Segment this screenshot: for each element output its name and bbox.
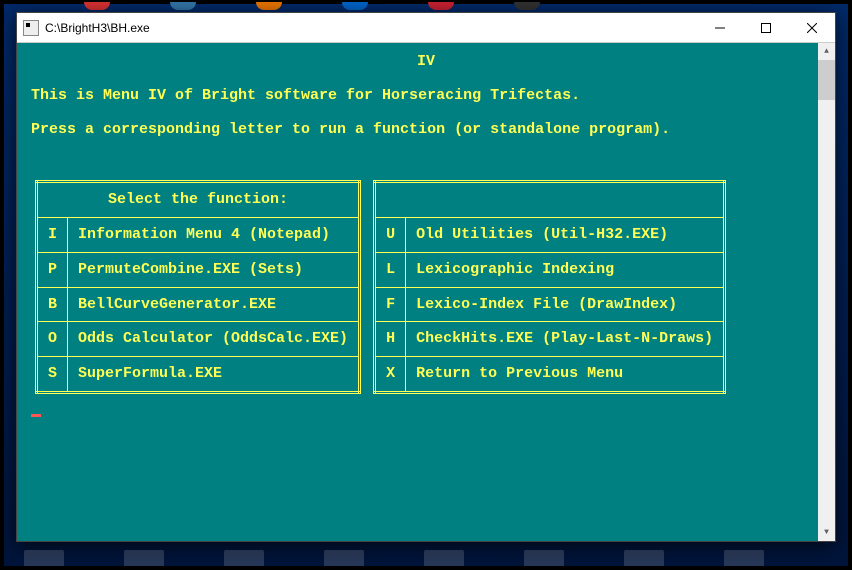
menu-row[interactable]: PPermuteCombine.EXE (Sets): [37, 252, 360, 287]
console-area[interactable]: IV This is Menu IV of Bright software fo…: [17, 43, 835, 541]
window-controls: [697, 13, 835, 42]
menu-row[interactable]: HCheckHits.EXE (Play-Last-N-Draws): [375, 322, 725, 357]
vertical-scrollbar[interactable]: ▲ ▼: [818, 43, 835, 541]
scroll-thumb[interactable]: [818, 60, 835, 100]
menu-number: IV: [31, 51, 821, 73]
desktop-taskbar-top: [4, 2, 848, 10]
window-title: C:\BrightH3\BH.exe: [45, 21, 697, 35]
scroll-up-arrow[interactable]: ▲: [818, 43, 835, 60]
intro-line-2: Press a corresponding letter to run a fu…: [31, 119, 821, 141]
minimize-button[interactable]: [697, 13, 743, 42]
menu-row[interactable]: UOld Utilities (Util-H32.EXE): [375, 218, 725, 253]
titlebar[interactable]: C:\BrightH3\BH.exe: [17, 13, 835, 43]
menu-table-left: Select the function: IInformation Menu 4…: [35, 180, 361, 394]
desktop-taskbar-bottom: [24, 550, 828, 566]
app-icon: [23, 20, 39, 36]
menu-row[interactable]: BBellCurveGenerator.EXE: [37, 287, 360, 322]
menu-row[interactable]: LLexicographic Indexing: [375, 252, 725, 287]
menu-row[interactable]: OOdds Calculator (OddsCalc.EXE): [37, 322, 360, 357]
text-cursor: [31, 414, 41, 417]
menu-tables: Select the function: IInformation Menu 4…: [35, 180, 821, 394]
intro-line-1: This is Menu IV of Bright software for H…: [31, 85, 821, 107]
menu-row[interactable]: FLexico-Index File (DrawIndex): [375, 287, 725, 322]
menu-row[interactable]: IInformation Menu 4 (Notepad): [37, 218, 360, 253]
close-button[interactable]: [789, 13, 835, 42]
app-window: C:\BrightH3\BH.exe IV This is Menu IV of…: [16, 12, 836, 542]
maximize-button[interactable]: [743, 13, 789, 42]
scroll-down-arrow[interactable]: ▼: [818, 524, 835, 541]
menu-table-right: UOld Utilities (Util-H32.EXE) LLexicogra…: [373, 180, 726, 394]
menu-row[interactable]: SSuperFormula.EXE: [37, 357, 360, 393]
table-header-spacer: [375, 182, 725, 218]
table-header: Select the function:: [37, 182, 360, 218]
menu-row[interactable]: XReturn to Previous Menu: [375, 357, 725, 393]
